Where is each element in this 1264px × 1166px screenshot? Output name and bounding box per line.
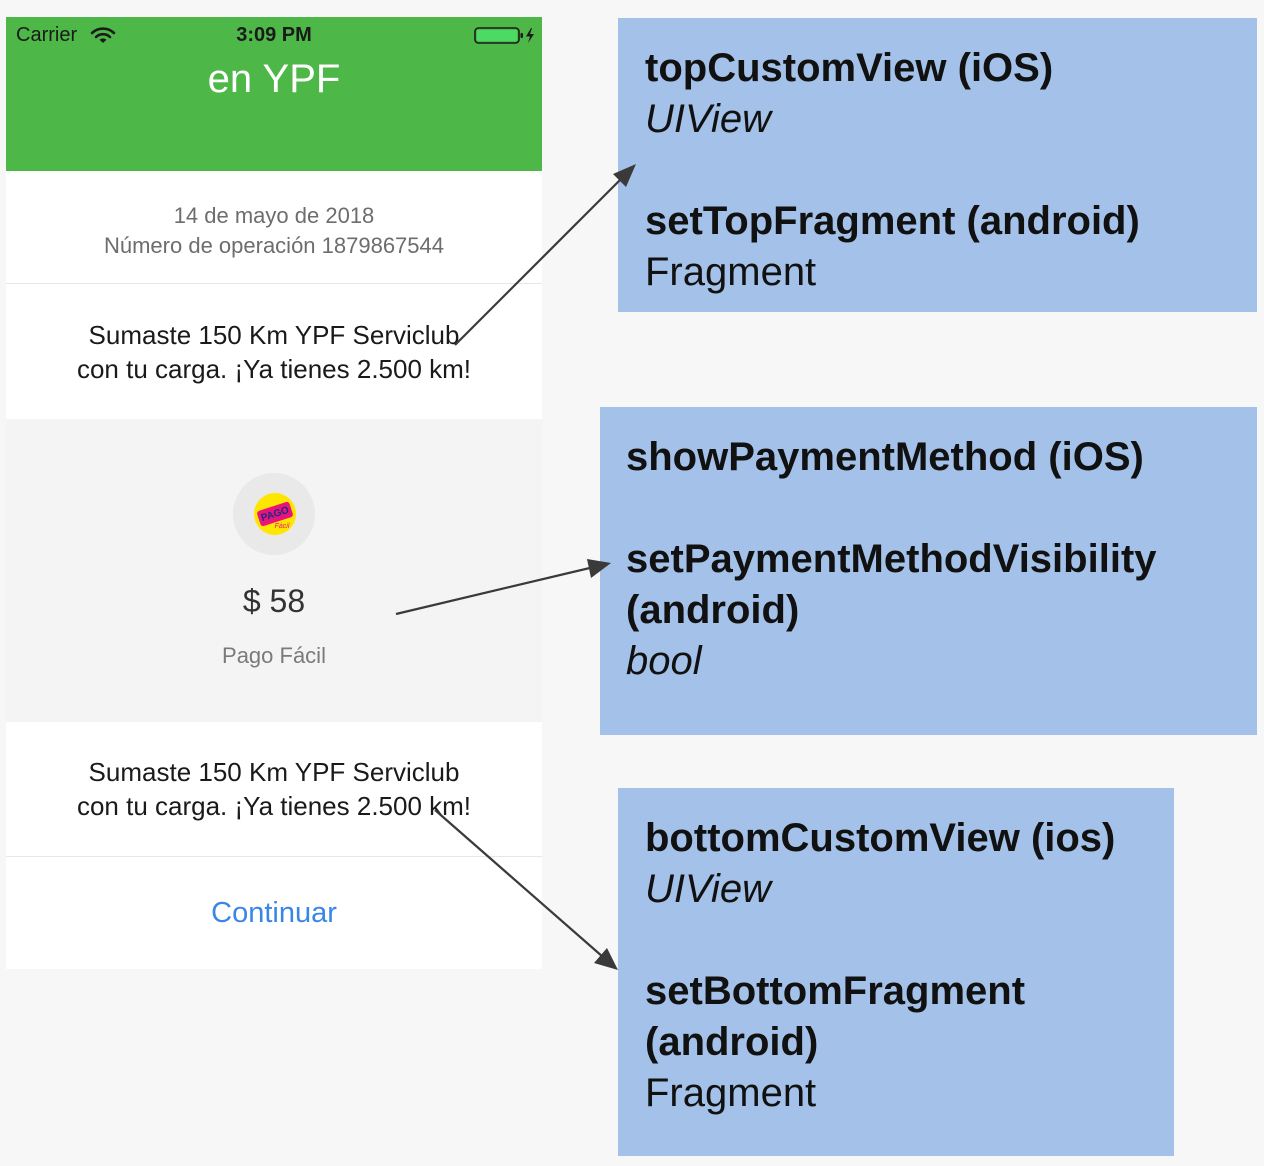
arrow-bottom: [434, 809, 618, 970]
arrows-layer: [395, 164, 636, 970]
arrow-middle: [395, 559, 611, 616]
arrow-top: [454, 164, 636, 346]
